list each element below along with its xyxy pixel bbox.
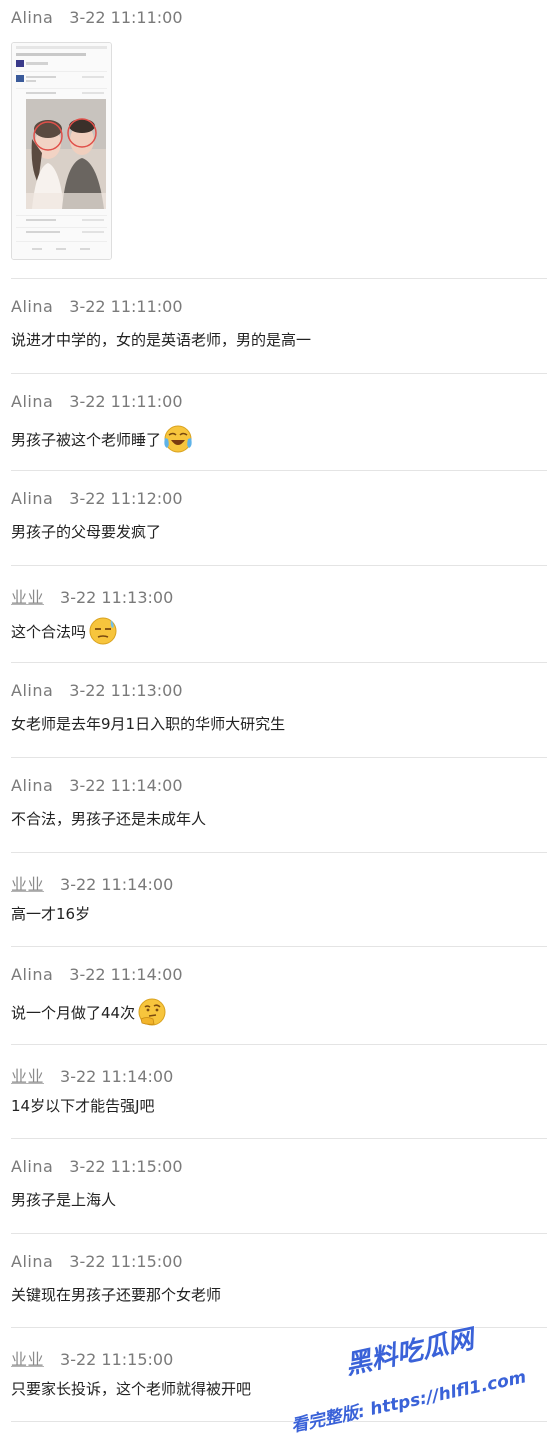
message-text: 女老师是去年9月1日入职的华师大研究生 <box>11 713 285 734</box>
message-divider <box>11 1044 547 1045</box>
message-divider <box>11 278 547 279</box>
chat-message: Alina 3-22 11:11:00 男孩子被这个老师睡了 <box>11 392 547 454</box>
chat-message: 业业 3-22 11:15:00 只要家长投诉，这个老师就得被开吧 <box>11 1346 547 1406</box>
message-text-content: 男孩子被这个老师睡了 <box>11 430 162 449</box>
message-text: 这个合法吗 <box>11 616 118 646</box>
chat-message: Alina 3-22 11:15:00 关键现在男孩子还要那个女老师 <box>11 1252 547 1312</box>
sender-name[interactable]: Alina <box>11 1157 53 1176</box>
sender-name[interactable]: 业业 <box>11 1350 44 1369</box>
message-text: 男孩子是上海人 <box>11 1189 116 1210</box>
message-divider <box>11 662 547 663</box>
sender-name[interactable]: Alina <box>11 681 53 700</box>
message-divider <box>11 373 547 374</box>
message-text: 男孩子的父母要发疯了 <box>11 521 161 542</box>
sender-name[interactable]: 业业 <box>11 1067 44 1086</box>
sender-name[interactable]: Alina <box>11 489 53 508</box>
message-text-content: 只要家长投诉，这个老师就得被开吧 <box>11 1380 252 1398</box>
message-divider <box>11 1327 547 1328</box>
message-divider <box>11 470 547 471</box>
message-text-content: 男孩子是上海人 <box>11 1191 117 1209</box>
message-meta: Alina 3-22 11:11:00 <box>11 297 183 317</box>
message-text-content: 14岁以下才能告强J吧 <box>11 1097 155 1115</box>
message-time: 3-22 11:15:00 <box>60 1350 174 1369</box>
message-time: 3-22 11:15:00 <box>69 1252 183 1271</box>
phone-screenshot-image <box>12 43 111 259</box>
unamused-sweat-emoji <box>89 617 117 645</box>
message-text-content: 说一个月做了44次 <box>11 1003 136 1022</box>
message-meta: 业业 3-22 11:13:00 <box>11 584 174 607</box>
sender-name[interactable]: 业业 <box>11 875 44 894</box>
message-divider <box>11 1138 547 1139</box>
message-divider <box>11 1233 547 1234</box>
message-time: 3-22 11:11:00 <box>69 8 183 27</box>
message-time: 3-22 11:14:00 <box>60 1067 174 1086</box>
message-text: 男孩子被这个老师睡了 <box>11 424 193 454</box>
sender-name[interactable]: Alina <box>11 392 53 411</box>
message-meta: Alina 3-22 11:14:00 <box>11 776 183 796</box>
message-text-content: 不合法，男孩子还是未成年人 <box>11 810 207 828</box>
message-meta: Alina 3-22 11:12:00 <box>11 489 183 509</box>
sender-name[interactable]: Alina <box>11 965 53 984</box>
chat-message: 业业 3-22 11:14:00 高一才16岁 <box>11 871 547 931</box>
thinking-emoji <box>138 998 166 1026</box>
message-time: 3-22 11:12:00 <box>69 489 183 508</box>
message-text-content: 关键现在男孩子还要那个女老师 <box>11 1286 222 1304</box>
chat-message: Alina 3-22 11:14:00 说一个月做了44次 <box>11 965 547 1027</box>
message-text: 高一才16岁 <box>11 903 90 924</box>
chat-message: 业业 3-22 11:13:00 这个合法吗 <box>11 584 547 646</box>
message-meta: Alina 3-22 11:15:00 <box>11 1252 183 1272</box>
message-text: 只要家长投诉，这个老师就得被开吧 <box>11 1378 251 1399</box>
message-time: 3-22 11:13:00 <box>60 588 174 607</box>
message-time: 3-22 11:15:00 <box>69 1157 183 1176</box>
message-meta: 业业 3-22 11:14:00 <box>11 1063 174 1086</box>
chat-message: Alina 3-22 11:11:00 <box>11 8 547 260</box>
message-meta: Alina 3-22 11:13:00 <box>11 681 183 701</box>
message-text: 说进才中学的，女的是英语老师，男的是高一 <box>11 329 311 350</box>
chat-message: Alina 3-22 11:12:00 男孩子的父母要发疯了 <box>11 489 547 549</box>
chat-message: 业业 3-22 11:14:00 14岁以下才能告强J吧 <box>11 1063 547 1123</box>
message-text-content: 高一才16岁 <box>11 905 91 923</box>
message-text-content: 男孩子的父母要发疯了 <box>11 523 162 541</box>
message-time: 3-22 11:11:00 <box>69 392 183 411</box>
message-time: 3-22 11:14:00 <box>60 875 174 894</box>
message-time: 3-22 11:13:00 <box>69 681 183 700</box>
message-divider <box>11 946 547 947</box>
shared-screenshot-thumbnail[interactable] <box>11 42 112 260</box>
sender-name[interactable]: 业业 <box>11 588 44 607</box>
message-divider <box>11 565 547 566</box>
message-meta: 业业 3-22 11:15:00 <box>11 1346 174 1369</box>
message-text-content: 说进才中学的，女的是英语老师，男的是高一 <box>11 331 312 349</box>
sender-name[interactable]: Alina <box>11 297 53 316</box>
message-time: 3-22 11:14:00 <box>69 965 183 984</box>
message-meta: Alina 3-22 11:11:00 <box>11 392 183 412</box>
message-text: 关键现在男孩子还要那个女老师 <box>11 1284 221 1305</box>
sender-name[interactable]: Alina <box>11 8 53 27</box>
message-meta: Alina 3-22 11:14:00 <box>11 965 183 985</box>
message-text: 不合法，男孩子还是未成年人 <box>11 808 206 829</box>
message-meta: 业业 3-22 11:14:00 <box>11 871 174 894</box>
message-text-content: 这个合法吗 <box>11 622 87 641</box>
chat-message: Alina 3-22 11:11:00 说进才中学的，女的是英语老师，男的是高一 <box>11 297 547 357</box>
message-divider <box>11 852 547 853</box>
sender-name[interactable]: Alina <box>11 1252 53 1271</box>
message-time: 3-22 11:14:00 <box>69 776 183 795</box>
laughing-crying-emoji <box>164 425 192 453</box>
chat-message: Alina 3-22 11:13:00 女老师是去年9月1日入职的华师大研究生 <box>11 681 547 741</box>
message-meta: Alina 3-22 11:15:00 <box>11 1157 183 1177</box>
message-meta: Alina 3-22 11:11:00 <box>11 8 183 28</box>
message-divider <box>11 757 547 758</box>
message-text: 14岁以下才能告强J吧 <box>11 1095 155 1116</box>
chat-message: Alina 3-22 11:14:00 不合法，男孩子还是未成年人 <box>11 776 547 836</box>
message-time: 3-22 11:11:00 <box>69 297 183 316</box>
message-text-content: 女老师是去年9月1日入职的华师大研究生 <box>11 715 286 733</box>
message-text: 说一个月做了44次 <box>11 997 167 1027</box>
sender-name[interactable]: Alina <box>11 776 53 795</box>
message-divider <box>11 1421 547 1422</box>
chat-message: Alina 3-22 11:15:00 男孩子是上海人 <box>11 1157 547 1217</box>
